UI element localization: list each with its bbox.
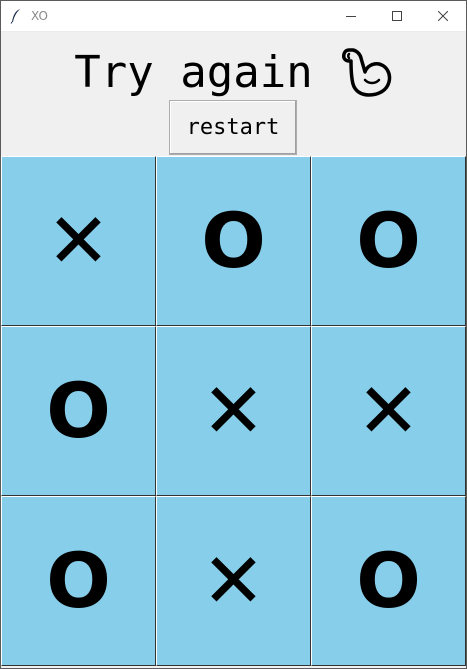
close-button[interactable]	[420, 1, 466, 31]
flexed-biceps-icon	[341, 48, 391, 97]
cell-mark: ✕	[46, 196, 111, 285]
board-cell-4[interactable]: O	[1, 326, 156, 496]
feather-icon	[10, 9, 20, 24]
board-cell-2[interactable]: O	[156, 156, 311, 326]
status-message: Try again	[74, 46, 313, 98]
app-window: XO Try again restart ✕ O O O ✕ ✕ O ✕ O	[0, 0, 467, 669]
board-cell-8[interactable]: ✕	[156, 496, 311, 666]
cell-mark: O	[356, 196, 421, 285]
cell-mark: ✕	[356, 366, 421, 455]
board-cell-7[interactable]: O	[1, 496, 156, 666]
window-title: XO	[31, 9, 48, 23]
cell-mark: O	[201, 196, 266, 285]
cell-mark: O	[46, 366, 111, 455]
title-bar: XO	[1, 1, 466, 32]
minimize-button[interactable]	[328, 1, 374, 31]
game-board: ✕ O O O ✕ ✕ O ✕ O	[1, 156, 466, 668]
maximize-icon	[392, 11, 402, 21]
cell-mark: O	[356, 536, 421, 625]
status-row: Try again	[1, 40, 466, 104]
game-header: Try again restart	[1, 32, 466, 156]
board-cell-1[interactable]: ✕	[1, 156, 156, 326]
board-cell-9[interactable]: O	[311, 496, 466, 666]
board-cell-3[interactable]: O	[311, 156, 466, 326]
maximize-button[interactable]	[374, 1, 420, 31]
cell-mark: ✕	[201, 536, 266, 625]
cell-mark: ✕	[201, 366, 266, 455]
cell-mark: O	[46, 536, 111, 625]
close-icon	[438, 11, 448, 21]
minimize-icon	[346, 16, 356, 17]
board-cell-6[interactable]: ✕	[311, 326, 466, 496]
board-cell-5[interactable]: ✕	[156, 326, 311, 496]
restart-button[interactable]: restart	[169, 100, 297, 155]
